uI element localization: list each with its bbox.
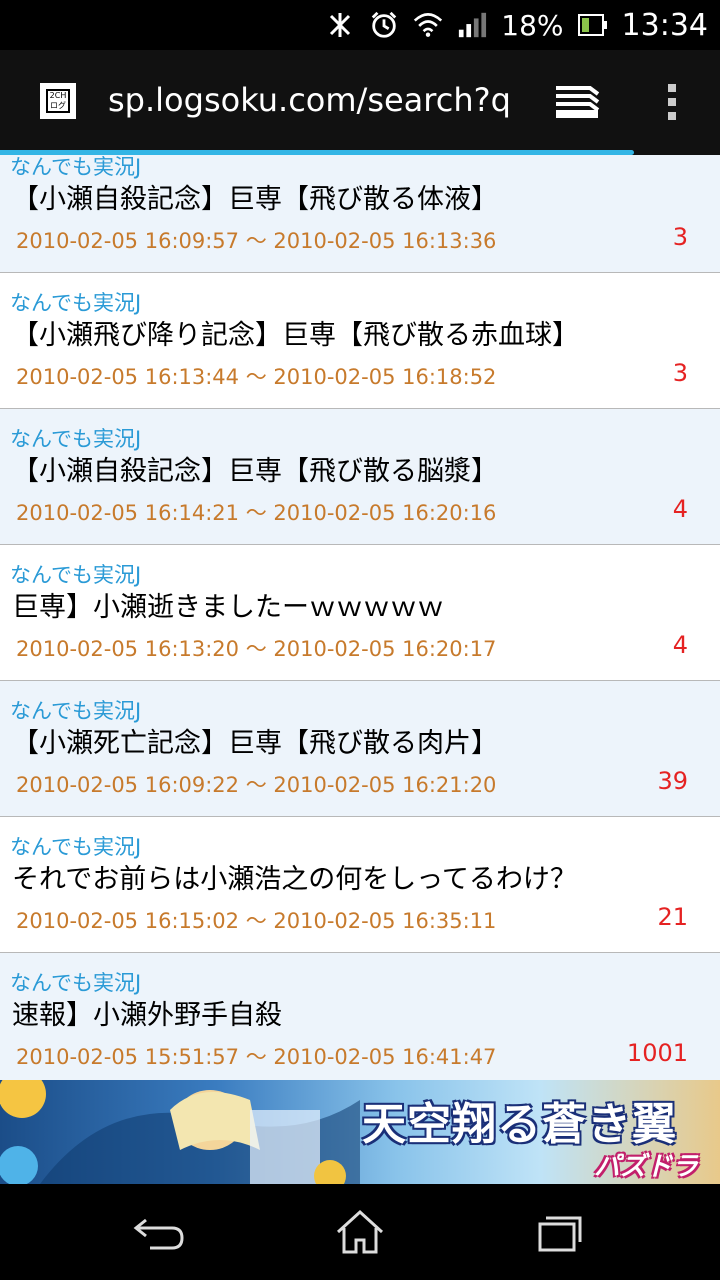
search-result-item[interactable]: なんでも実況J 【小瀬自殺記念】巨専【飛び散る脳漿】 2010-02-05 16:1… bbox=[0, 409, 720, 545]
result-post-count: 1001 bbox=[626, 1039, 688, 1067]
result-date-range: 2010-02-05 16:09:22 〜 2010-02-05 16:21:2… bbox=[16, 773, 497, 797]
result-date-range: 2010-02-05 16:14:21 〜 2010-02-05 16:20:1… bbox=[16, 501, 497, 525]
search-result-item[interactable]: なんでも実況J 巨専】小瀬逝きましたーｗｗｗｗｗ 2010-02-05 16:13:… bbox=[0, 545, 720, 681]
search-result-item[interactable]: なんでも実況J それでお前らは小瀬浩之の何をしってるわけ？ 2010-02-05 1… bbox=[0, 817, 720, 953]
overflow-menu-icon[interactable] bbox=[664, 82, 680, 122]
result-date-range: 2010-02-05 16:15:02 〜 2010-02-05 16:35:1… bbox=[16, 909, 497, 933]
search-result-item[interactable]: なんでも実況J 【小瀬飛び降り記念】巨専【飛び散る赤血球】 2010-02-05 1… bbox=[0, 273, 720, 409]
tabs-icon[interactable] bbox=[552, 84, 602, 120]
result-title-link[interactable]: 速報】小瀬外野手自殺 bbox=[12, 993, 282, 1032]
result-title-link[interactable]: それでお前らは小瀬浩之の何をしってるわけ？ bbox=[12, 857, 577, 896]
navigation-bar bbox=[0, 1184, 720, 1280]
nfc-off-icon bbox=[325, 10, 355, 40]
signal-icon bbox=[457, 10, 487, 40]
result-title-link[interactable]: 【小瀬自殺記念】巨専【飛び散る体液】 bbox=[12, 177, 498, 216]
search-results-list[interactable]: なんでも実況J 【小瀬自殺記念】巨専【飛び散る体液】 2010-02-05 16:0… bbox=[0, 155, 720, 1080]
clock: 13:34 bbox=[621, 7, 708, 43]
result-date-range: 2010-02-05 16:13:44 〜 2010-02-05 16:18:5… bbox=[16, 365, 497, 389]
result-date-range: 2010-02-05 16:13:20 〜 2010-02-05 16:20:1… bbox=[16, 637, 497, 661]
banner-artwork bbox=[0, 1080, 360, 1184]
ad-banner[interactable]: 天空翔る蒼き翼 パズドラ bbox=[0, 1080, 720, 1184]
search-result-item[interactable]: なんでも実況J 【小瀬死亡記念】巨専【飛び散る肉片】 2010-02-05 16:0… bbox=[0, 681, 720, 817]
site-favicon-icon[interactable]: 2CH ログ bbox=[40, 83, 76, 119]
alarm-icon bbox=[369, 10, 399, 40]
result-post-count: 4 bbox=[672, 495, 688, 523]
result-title-link[interactable]: 【小瀬自殺記念】巨専【飛び散る脳漿】 bbox=[12, 449, 498, 488]
battery-percent: 18% bbox=[501, 8, 564, 42]
wifi-icon bbox=[413, 10, 443, 40]
favicon-text: 2CH ログ bbox=[46, 89, 70, 113]
home-icon[interactable] bbox=[330, 1208, 390, 1258]
back-icon[interactable] bbox=[130, 1208, 190, 1258]
recent-apps-icon[interactable] bbox=[530, 1208, 590, 1258]
result-title-link[interactable]: 【小瀬死亡記念】巨専【飛び散る肉片】 bbox=[12, 721, 498, 760]
result-title-link[interactable]: 巨専】小瀬逝きましたーｗｗｗｗｗ bbox=[12, 585, 444, 624]
search-result-item[interactable]: なんでも実況J 速報】小瀬外野手自殺 2010-02-05 15:51:57 〜 2… bbox=[0, 953, 720, 1080]
search-result-item[interactable]: なんでも実況J 【小瀬自殺記念】巨専【飛び散る体液】 2010-02-05 16:0… bbox=[0, 155, 720, 273]
result-date-range: 2010-02-05 16:09:57 〜 2010-02-05 16:13:3… bbox=[16, 229, 497, 253]
status-bar: 18% 13:34 bbox=[0, 0, 720, 50]
battery-icon bbox=[577, 10, 608, 40]
result-title-link[interactable]: 【小瀬飛び降り記念】巨専【飛び散る赤血球】 bbox=[12, 313, 579, 352]
banner-headline: 天空翔る蒼き翼 bbox=[362, 1099, 677, 1150]
browser-toolbar: 2CH ログ sp.logsoku.com/search?q= bbox=[0, 50, 720, 150]
result-post-count: 39 bbox=[657, 767, 688, 795]
result-post-count: 3 bbox=[672, 223, 688, 251]
result-post-count: 4 bbox=[672, 631, 688, 659]
result-post-count: 21 bbox=[657, 903, 688, 931]
result-date-range: 2010-02-05 15:51:57 〜 2010-02-05 16:41:4… bbox=[16, 1045, 497, 1069]
banner-brand-logo: パズドラ bbox=[593, 1152, 698, 1182]
status-icons: 18% 13:34 bbox=[325, 0, 708, 50]
result-post-count: 3 bbox=[672, 359, 688, 387]
url-field[interactable]: sp.logsoku.com/search?q= bbox=[108, 80, 512, 120]
